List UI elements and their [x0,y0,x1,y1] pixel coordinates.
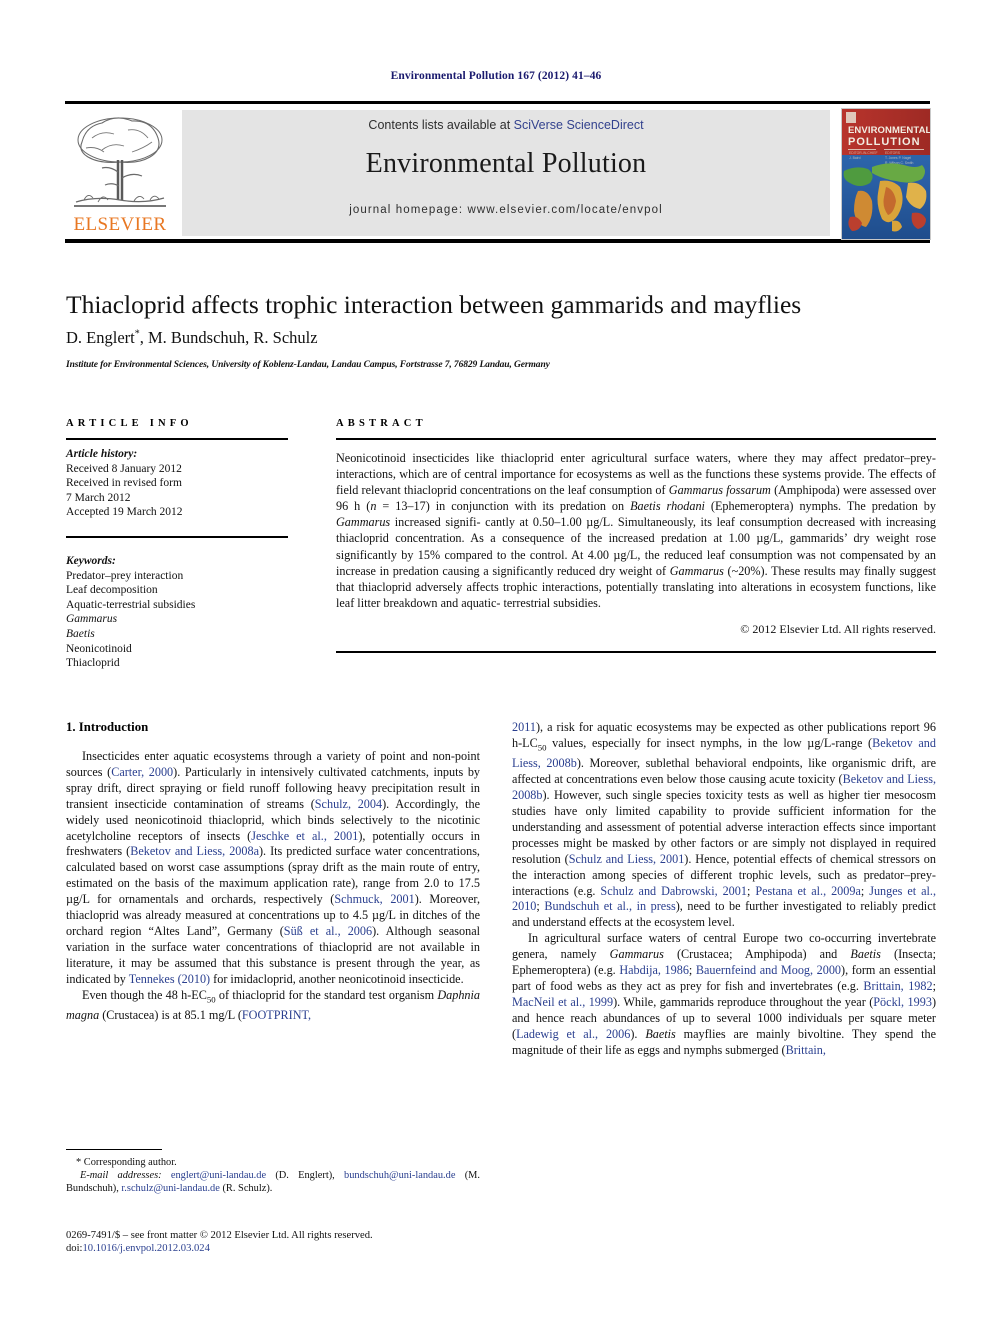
author-list: D. Englert*, M. Bundschuh, R. Schulz [66,328,936,348]
article-history: Article history: Received 8 January 2012… [66,447,288,520]
citation-link[interactable]: Beketov and Liess, 2008b [512,736,936,770]
citation-link[interactable]: 2011 [512,720,536,734]
history-item: Received in revised form [66,477,182,490]
corresponding-author-note: * Corresponding author. [76,1157,177,1168]
author-names: D. Englert [66,328,135,347]
keyword-item: Thiacloprid [66,657,120,670]
elsevier-tree-icon [74,117,166,207]
elsevier-logo: ELSEVIER [68,110,172,236]
journal-cover-thumbnail: ENVIRONMENTAL POLLUTION EDITOR-IN-CHIEF J… [841,108,931,240]
journal-masthead-band: Contents lists available at SciVerse Sci… [182,110,830,236]
keyword-item: Baetis [66,627,95,640]
paragraph: In agricultural surface waters of centra… [512,931,937,1057]
keyword-item: Neonicotinoid [66,642,132,655]
citation-link[interactable]: Schulz and Dabrowski, 2001 [600,884,747,898]
section-heading-introduction: 1. Introduction [66,720,149,734]
email-link[interactable]: englert@uni-landau.de [171,1170,266,1181]
citation-link[interactable]: Jeschke et al., 2001 [251,829,358,843]
svg-text:ENVIRONMENTAL: ENVIRONMENTAL [848,125,930,136]
citation-link[interactable]: Schulz and Liess, 2001 [569,852,685,866]
citation-link[interactable]: Pöckl, 1993 [873,995,932,1009]
running-head: Environmental Pollution 167 (2012) 41–46 [390,70,602,82]
masthead-top-rule [65,101,930,104]
citation-link[interactable]: Ladewig et al., 2006 [516,1027,630,1041]
doi-link[interactable]: 10.1016/j.envpol.2012.03.024 [82,1243,209,1254]
citation-link[interactable]: FOOTPRINT, [242,1008,311,1022]
citation-link[interactable]: Carter, 2000 [111,765,173,779]
article-info-heading: ARTICLE INFO [66,418,193,429]
citation-link[interactable]: Beketov and Liess, 2008a [130,844,259,858]
svg-text:EDITOR-IN-CHIEF: EDITOR-IN-CHIEF [849,151,878,155]
citation-link[interactable]: Schulz, 2004 [315,797,382,811]
citation-link[interactable]: MacNeil et al., 1999 [512,995,613,1009]
masthead-bottom-rule [65,239,930,243]
body-column-left: 1. Introduction Insecticides enter aquat… [66,720,480,1024]
footnote-block: * Corresponding author. E-mail addresses… [66,1156,480,1196]
abstract-rule [336,438,936,440]
history-item: Accepted 19 March 2012 [66,506,183,519]
abstract-heading: ABSTRACT [336,418,427,429]
abstract-bottom-rule [336,650,936,653]
keywords-rule [66,535,288,538]
contents-available-line: Contents lists available at SciVerse Sci… [182,118,830,132]
sciencedirect-link[interactable]: SciVerse ScienceDirect [514,118,644,132]
svg-text:POLLUTION: POLLUTION [848,136,921,148]
cover-artwork: ENVIRONMENTAL POLLUTION EDITOR-IN-CHIEFJ… [842,109,930,239]
footnote-separator-rule [66,1149,162,1150]
citation-link[interactable]: Tennekes (2010) [129,972,210,986]
citation-link[interactable]: Pestana et al., 2009a [755,884,861,898]
keyword-item: Leaf decomposition [66,584,158,597]
journal-title: Environmental Pollution [365,148,647,179]
citation-link[interactable]: Bauernfeind and Moog, 2000 [696,963,841,977]
keyword-item: Predator–prey interaction [66,569,184,582]
journal-homepage-line[interactable]: journal homepage: www.elsevier.com/locat… [182,204,830,216]
email-link[interactable]: bundschuh@uni-landau.de [344,1170,455,1181]
paragraph: 2011), a risk for aquatic ecosystems may… [512,720,936,930]
affiliation: Institute for Environmental Sciences, Un… [66,360,550,370]
abstract-text: Neonicotinoid insecticides like thiaclop… [336,451,937,610]
body-column-right: 2011), a risk for aquatic ecosystems may… [512,720,936,1058]
svg-text:EDITORS: EDITORS [885,151,901,155]
paragraph: Even though the 48 h-EC50 of thiacloprid… [66,987,480,1022]
svg-text:J. Baird: J. Baird [849,156,861,160]
article-info-rule [66,438,288,440]
citation-link[interactable]: Süß et al., 2006 [284,924,372,938]
keyword-item: Gammarus [66,613,118,626]
issn-frontmatter-line: 0269-7491/$ – see front matter © 2012 El… [66,1230,373,1241]
author-names-rest: , M. Bundschuh, R. Schulz [139,328,318,347]
citation-link[interactable]: Beketov and Liess, 2008b [512,772,936,802]
article-history-label: Article history: [66,448,138,460]
history-item: 7 March 2012 [66,491,131,504]
imprint-block: 0269-7491/$ – see front matter © 2012 El… [66,1229,506,1256]
email-label: E-mail addresses: [80,1170,162,1182]
doi-label: doi: [66,1243,83,1255]
email-link[interactable]: r.schulz@uni-landau.de [121,1183,219,1194]
keyword-item: Aquatic-terrestrial subsidies [66,598,196,611]
keywords-block: Keywords: Predator–prey interaction Leaf… [66,547,288,671]
history-item: Received 8 January 2012 [66,462,182,475]
citation-link[interactable]: Brittain, [786,1043,826,1057]
elsevier-wordmark: ELSEVIER [73,214,167,235]
email-note: E-mail addresses: englert@uni-landau.de … [66,1169,480,1195]
contents-prefix: Contents lists available at [368,118,514,132]
paragraph: Insecticides enter aquatic ecosystems th… [66,749,481,986]
page-title: Thiacloprid affects trophic interaction … [66,290,802,319]
article-info-block: ARTICLE INFO Article history: Received 8… [66,418,288,671]
citation-link[interactable]: Schmuck, 2001 [334,892,414,906]
keywords-label: Keywords: [66,554,116,567]
citation-link[interactable]: Habdija, 1986 [619,963,689,977]
abstract-copyright: © 2012 Elsevier Ltd. All rights reserved… [740,621,936,636]
journal-article-page: Environmental Pollution 167 (2012) 41–46… [0,0,992,1323]
citation-link[interactable]: Brittain, 1982 [863,979,932,993]
abstract-block: ABSTRACT Neonicotinoid insecticides like… [336,418,936,653]
citation-link[interactable]: Bundschuh et al., in press [544,899,675,913]
svg-text:T. Jones P. Nagel: T. Jones P. Nagel [885,156,911,160]
